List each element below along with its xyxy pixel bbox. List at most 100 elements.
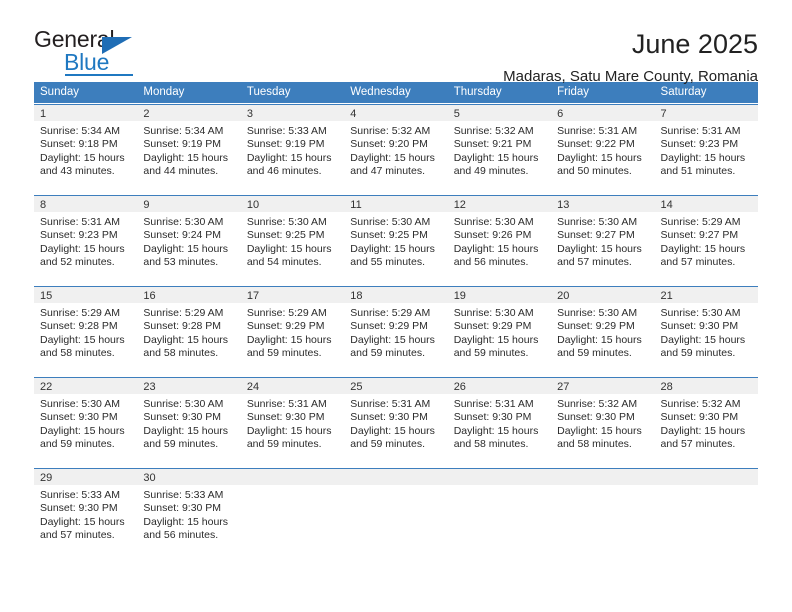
day-cell[interactable]: 22 Sunrise: 5:30 AM Sunset: 9:30 PM Dayl… (34, 378, 138, 462)
day-cell[interactable]: 11 Sunrise: 5:30 AM Sunset: 9:25 PM Dayl… (344, 196, 448, 280)
sunset-text: Sunset: 9:29 PM (350, 320, 428, 333)
day-details: Sunrise: 5:34 AM Sunset: 9:19 PM Dayligh… (137, 121, 240, 179)
calendar-page: General Blue June 2025 Madaras, Satu Mar… (0, 0, 792, 612)
sunset-text: Sunset: 9:29 PM (453, 320, 532, 333)
sunrise-text: Sunrise: 5:34 AM (40, 125, 120, 137)
daylight-text-line2: and 59 minutes. (246, 438, 322, 451)
sunset-text: Sunset: 9:18 PM (40, 138, 118, 151)
daylight-text-line2: and 59 minutes. (143, 438, 219, 451)
daylight-text-line1: Daylight: 15 hours (557, 151, 642, 164)
daylight-text-line2: and 53 minutes. (143, 256, 219, 269)
sunrise-text: Sunrise: 5:30 AM (246, 216, 327, 228)
sunset-text: Sunset: 9:29 PM (557, 320, 635, 333)
day-details: Sunrise: 5:29 AM Sunset: 9:28 PM Dayligh… (34, 303, 137, 361)
day-number: 13 (551, 196, 655, 212)
sunrise-text: Sunrise: 5:32 AM (660, 398, 741, 410)
logo-text-blue: Blue (64, 49, 110, 75)
day-cell[interactable]: 17 Sunrise: 5:29 AM Sunset: 9:29 PM Dayl… (240, 287, 345, 371)
sunset-text: Sunset: 9:23 PM (660, 138, 739, 151)
day-cell[interactable]: 20 Sunrise: 5:30 AM Sunset: 9:29 PM Dayl… (551, 287, 655, 371)
daylight-text-line1: Daylight: 15 hours (557, 242, 642, 255)
day-cell[interactable]: 6 Sunrise: 5:31 AM Sunset: 9:22 PM Dayli… (551, 105, 655, 189)
day-cell[interactable]: 8 Sunrise: 5:31 AM Sunset: 9:23 PM Dayli… (34, 196, 138, 280)
day-cell[interactable]: 5 Sunrise: 5:32 AM Sunset: 9:21 PM Dayli… (447, 105, 552, 189)
day-cell[interactable]: 28 Sunrise: 5:32 AM Sunset: 9:30 PM Dayl… (654, 378, 758, 462)
daylight-text-line2: and 58 minutes. (557, 438, 632, 451)
day-cell[interactable]: 16 Sunrise: 5:29 AM Sunset: 9:28 PM Dayl… (137, 287, 241, 371)
day-details: Sunrise: 5:30 AM Sunset: 9:30 PM Dayligh… (655, 303, 758, 361)
page-title: June 2025 (631, 29, 758, 59)
day-cell[interactable]: 7 Sunrise: 5:31 AM Sunset: 9:23 PM Dayli… (654, 105, 758, 189)
calendar-grid: Sunday Monday Tuesday Wednesday Thursday… (34, 82, 758, 553)
sunrise-text: Sunrise: 5:30 AM (453, 216, 534, 228)
day-cell[interactable]: 19 Sunrise: 5:30 AM Sunset: 9:29 PM Dayl… (447, 287, 552, 371)
daylight-text-line2: and 52 minutes. (40, 256, 115, 269)
sunrise-text: Sunrise: 5:30 AM (350, 216, 431, 228)
day-number (447, 469, 552, 485)
day-cell-empty (344, 469, 448, 553)
day-cell[interactable]: 1 Sunrise: 5:34 AM Sunset: 9:18 PM Dayli… (34, 105, 138, 189)
day-details: Sunrise: 5:31 AM Sunset: 9:22 PM Dayligh… (551, 121, 654, 179)
day-details: Sunrise: 5:31 AM Sunset: 9:30 PM Dayligh… (344, 394, 447, 452)
day-number: 11 (344, 196, 448, 212)
day-cell-empty (240, 469, 345, 553)
day-cell[interactable]: 13 Sunrise: 5:30 AM Sunset: 9:27 PM Dayl… (551, 196, 655, 280)
sunset-text: Sunset: 9:30 PM (40, 502, 118, 515)
day-cell[interactable]: 12 Sunrise: 5:30 AM Sunset: 9:26 PM Dayl… (447, 196, 552, 280)
day-cell[interactable]: 15 Sunrise: 5:29 AM Sunset: 9:28 PM Dayl… (34, 287, 138, 371)
day-details: Sunrise: 5:30 AM Sunset: 9:27 PM Dayligh… (551, 212, 654, 270)
sunset-text: Sunset: 9:30 PM (350, 411, 428, 424)
day-cell[interactable]: 30 Sunrise: 5:33 AM Sunset: 9:30 PM Dayl… (137, 469, 241, 553)
day-cell[interactable]: 29 Sunrise: 5:33 AM Sunset: 9:30 PM Dayl… (34, 469, 138, 553)
daylight-text-line1: Daylight: 15 hours (143, 151, 229, 164)
daylight-text-line1: Daylight: 15 hours (557, 333, 642, 346)
day-details: Sunrise: 5:30 AM Sunset: 9:30 PM Dayligh… (34, 394, 137, 452)
day-cell[interactable]: 26 Sunrise: 5:31 AM Sunset: 9:30 PM Dayl… (447, 378, 552, 462)
daylight-text-line1: Daylight: 15 hours (246, 151, 332, 164)
day-number: 28 (654, 378, 758, 394)
daylight-text-line2: and 58 minutes. (453, 438, 529, 451)
daylight-text-line1: Daylight: 15 hours (246, 242, 332, 255)
week-row: 8 Sunrise: 5:31 AM Sunset: 9:23 PM Dayli… (34, 195, 758, 280)
general-blue-logo[interactable]: General Blue (34, 26, 144, 76)
sunset-text: Sunset: 9:28 PM (40, 320, 118, 333)
day-cell[interactable]: 9 Sunrise: 5:30 AM Sunset: 9:24 PM Dayli… (137, 196, 241, 280)
day-cell[interactable]: 4 Sunrise: 5:32 AM Sunset: 9:20 PM Dayli… (344, 105, 448, 189)
day-cell[interactable]: 14 Sunrise: 5:29 AM Sunset: 9:27 PM Dayl… (654, 196, 758, 280)
daylight-text-line2: and 59 minutes. (660, 347, 736, 360)
day-cell[interactable]: 21 Sunrise: 5:30 AM Sunset: 9:30 PM Dayl… (654, 287, 758, 371)
sunrise-text: Sunrise: 5:33 AM (40, 489, 120, 501)
daylight-text-line1: Daylight: 15 hours (246, 424, 332, 437)
day-cell[interactable]: 3 Sunrise: 5:33 AM Sunset: 9:19 PM Dayli… (240, 105, 345, 189)
weekday-header-thursday: Thursday (453, 86, 502, 98)
daylight-text-line1: Daylight: 15 hours (143, 242, 229, 255)
weekday-header-tuesday: Tuesday (246, 86, 291, 98)
daylight-text-line1: Daylight: 15 hours (40, 151, 125, 164)
sunset-text: Sunset: 9:21 PM (453, 138, 532, 151)
daylight-text-line1: Daylight: 15 hours (660, 333, 746, 346)
day-number (240, 469, 345, 485)
daylight-text-line1: Daylight: 15 hours (143, 515, 229, 528)
day-cell[interactable]: 23 Sunrise: 5:30 AM Sunset: 9:30 PM Dayl… (137, 378, 241, 462)
sunrise-text: Sunrise: 5:29 AM (350, 307, 431, 319)
day-details: Sunrise: 5:34 AM Sunset: 9:18 PM Dayligh… (34, 121, 137, 179)
sunrise-text: Sunrise: 5:29 AM (660, 216, 741, 228)
day-cell[interactable]: 10 Sunrise: 5:30 AM Sunset: 9:25 PM Dayl… (240, 196, 345, 280)
day-details: Sunrise: 5:30 AM Sunset: 9:25 PM Dayligh… (344, 212, 447, 270)
sunrise-text: Sunrise: 5:33 AM (143, 489, 224, 501)
day-number: 27 (551, 378, 655, 394)
day-number: 21 (654, 287, 758, 303)
day-cell[interactable]: 18 Sunrise: 5:29 AM Sunset: 9:29 PM Dayl… (344, 287, 448, 371)
day-number: 22 (34, 378, 138, 394)
day-cell[interactable]: 24 Sunrise: 5:31 AM Sunset: 9:30 PM Dayl… (240, 378, 345, 462)
day-details: Sunrise: 5:32 AM Sunset: 9:21 PM Dayligh… (448, 121, 551, 179)
sunrise-text: Sunrise: 5:30 AM (660, 307, 741, 319)
day-number: 26 (447, 378, 552, 394)
daylight-text-line2: and 51 minutes. (660, 165, 736, 178)
day-details: Sunrise: 5:30 AM Sunset: 9:24 PM Dayligh… (137, 212, 240, 270)
day-cell[interactable]: 27 Sunrise: 5:32 AM Sunset: 9:30 PM Dayl… (551, 378, 655, 462)
day-cell[interactable]: 2 Sunrise: 5:34 AM Sunset: 9:19 PM Dayli… (137, 105, 241, 189)
day-cell[interactable]: 25 Sunrise: 5:31 AM Sunset: 9:30 PM Dayl… (344, 378, 448, 462)
sunrise-text: Sunrise: 5:30 AM (40, 398, 120, 410)
sunset-text: Sunset: 9:30 PM (660, 320, 739, 333)
